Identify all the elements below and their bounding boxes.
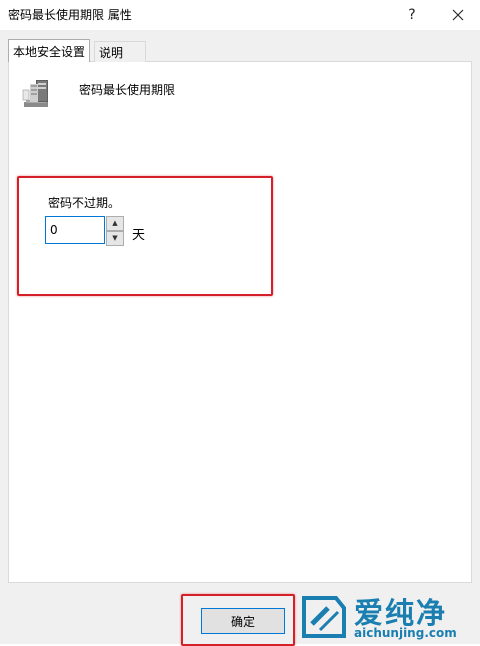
close-icon [452, 9, 464, 21]
tab-panel [8, 61, 472, 583]
highlight-box-setting [17, 176, 273, 296]
watermark-url: aichunjing.com [354, 626, 457, 640]
tab-local-security-setting[interactable]: 本地安全设置 [8, 39, 91, 62]
policy-name: 密码最长使用期限 [79, 83, 176, 97]
help-icon: ? [408, 7, 416, 23]
tab-label: 本地安全设置 [13, 44, 86, 59]
watermark: 爱纯净 aichunjing.com [298, 590, 480, 644]
tab-explain[interactable]: 说明 [94, 41, 146, 62]
watermark-logo-icon [302, 596, 346, 638]
tab-label: 说明 [99, 45, 124, 60]
window-title: 密码最长使用期限 属性 [8, 8, 132, 22]
title-bar: 密码最长使用期限 属性 ? [0, 0, 480, 30]
highlight-box-ok [181, 594, 295, 646]
help-button[interactable]: ? [392, 0, 432, 30]
close-button[interactable] [438, 0, 478, 30]
server-policy-icon [22, 80, 48, 107]
